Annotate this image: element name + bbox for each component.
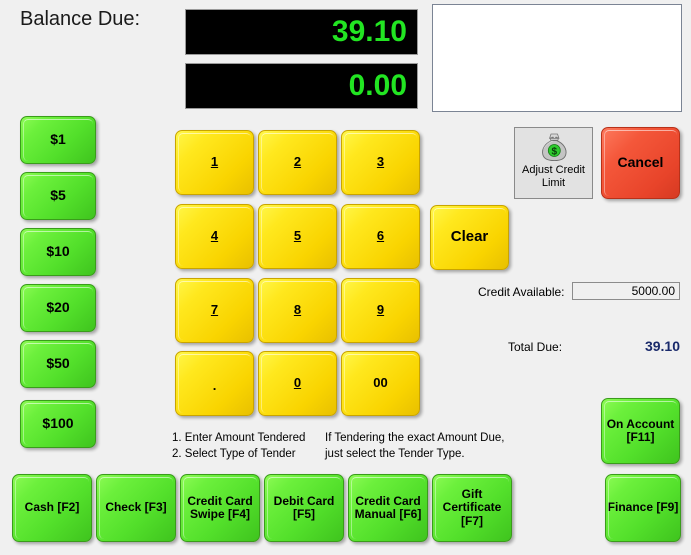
keypad-key-2[interactable]: 2	[258, 130, 337, 195]
svg-text:$: $	[551, 147, 557, 158]
instructions-left-line2: 2. Select Type of Tender	[172, 447, 296, 460]
keypad-key-label: .	[212, 378, 217, 394]
denomination-button-20[interactable]: $20	[20, 284, 96, 332]
keypad-key-label: 9	[376, 302, 385, 318]
total-due-label: Total Due:	[508, 340, 563, 354]
tender-button-check-f3[interactable]: Check [F3]	[96, 474, 176, 542]
instructions-right: If Tendering the exact Amount Due, just …	[325, 431, 504, 462]
instructions-right-line2: just select the Tender Type.	[325, 447, 465, 460]
denomination-button-100[interactable]: $100	[20, 400, 96, 448]
tender-button-debit-card-f5[interactable]: Debit Card [F5]	[264, 474, 344, 542]
tender-button-gift-certificate-f7[interactable]: Gift Certificate [F7]	[432, 474, 512, 542]
tender-list-panel[interactable]	[432, 4, 682, 112]
keypad-key-label: 0	[293, 375, 302, 391]
keypad-key-7[interactable]: 7	[175, 278, 254, 343]
keypad-key-5[interactable]: 5	[258, 204, 337, 269]
tender-button-credit-card-swipe-f4[interactable]: Credit Card Swipe [F4]	[180, 474, 260, 542]
clear-button[interactable]: Clear	[430, 205, 509, 270]
credit-available-label: Credit Available:	[478, 285, 565, 299]
balance-due-label: Balance Due:	[20, 8, 141, 30]
money-bag-icon: $	[537, 132, 571, 162]
keypad-key-0[interactable]: 0	[258, 351, 337, 416]
keypad-key-00[interactable]: 00	[341, 351, 420, 416]
keypad-key-label: 1	[210, 154, 219, 170]
keypad-key-label: 4	[210, 228, 219, 244]
tender-button-credit-card-manual-f6[interactable]: Credit Card Manual [F6]	[348, 474, 428, 542]
keypad-key-6[interactable]: 6	[341, 204, 420, 269]
keypad-key-label: 7	[210, 302, 219, 318]
cancel-button[interactable]: Cancel	[601, 127, 680, 199]
keypad-key-3[interactable]: 3	[341, 130, 420, 195]
instructions-left: 1. Enter Amount Tendered 2. Select Type …	[172, 431, 305, 462]
keypad-key-9[interactable]: 9	[341, 278, 420, 343]
finance-button[interactable]: Finance [F9]	[605, 474, 681, 542]
balance-due-display: 39.10	[185, 9, 418, 55]
keypad-key-label: 3	[376, 154, 385, 170]
keypad-key-8[interactable]: 8	[258, 278, 337, 343]
instructions-right-line1: If Tendering the exact Amount Due,	[325, 432, 505, 444]
keypad-key-decimal[interactable]: .	[175, 351, 254, 416]
denomination-button-50[interactable]: $50	[20, 340, 96, 388]
denomination-button-5[interactable]: $5	[20, 172, 96, 220]
amount-tendered-display: 0.00	[185, 63, 418, 109]
credit-available-value: 5000.00	[572, 282, 680, 300]
adjust-credit-limit-label: Adjust Credit Limit	[522, 164, 585, 189]
instructions-left-line1: 1. Enter Amount Tendered	[172, 432, 306, 444]
keypad-key-4[interactable]: 4	[175, 204, 254, 269]
tender-button-cash-f2[interactable]: Cash [F2]	[12, 474, 92, 542]
adjust-credit-limit-button[interactable]: $ Adjust Credit Limit	[514, 127, 593, 199]
keypad-key-label: 6	[376, 228, 385, 244]
keypad-key-label: 2	[293, 154, 302, 170]
keypad-key-1[interactable]: 1	[175, 130, 254, 195]
keypad-key-label: 8	[293, 302, 302, 318]
denomination-button-1[interactable]: $1	[20, 116, 96, 164]
denomination-button-10[interactable]: $10	[20, 228, 96, 276]
keypad-key-label: 5	[293, 228, 302, 244]
keypad-key-label: 00	[373, 375, 388, 391]
total-due-value: 39.10	[644, 338, 680, 354]
on-account-button[interactable]: On Account [F11]	[601, 398, 680, 464]
